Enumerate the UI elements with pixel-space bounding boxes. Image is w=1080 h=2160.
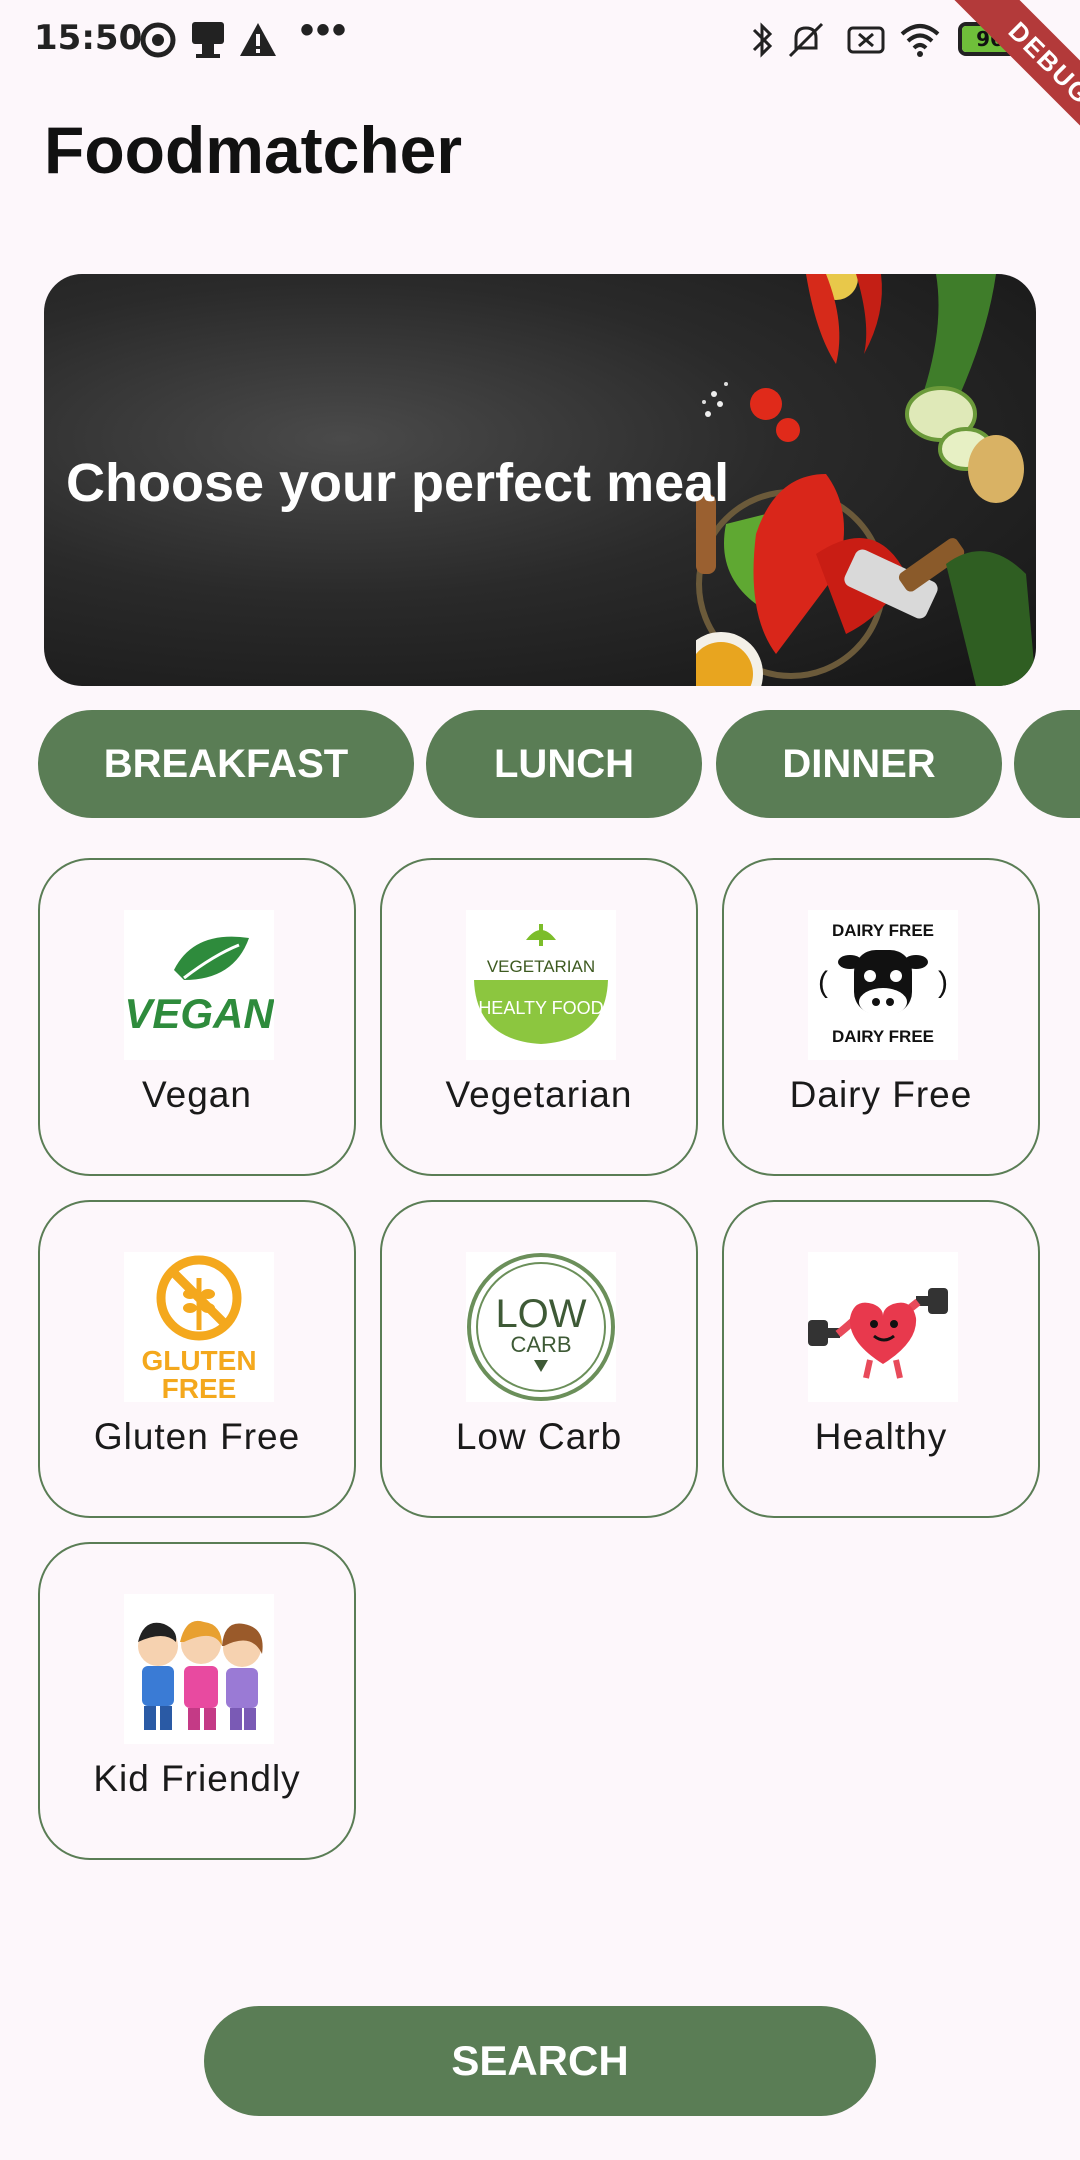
tab-dinner[interactable]: DINNER <box>716 710 1002 818</box>
desktop-notification-icon <box>192 22 224 58</box>
vegetarian-icon-top-text: VEGETARIAN <box>487 957 595 976</box>
hero-headline: Choose your perfect meal <box>66 453 730 513</box>
vegan-icon: VEGAN <box>124 910 274 1060</box>
more-notifications-icon: ••• <box>300 8 349 52</box>
tab-more[interactable] <box>1014 710 1080 818</box>
diet-card-gluten-free[interactable]: GLUTEN FREE Gluten Free <box>38 1200 356 1518</box>
status-bar: 15:50 ••• 96 DEBUG <box>0 0 1080 179</box>
warning-icon <box>240 23 276 56</box>
vegetarian-icon-bottom-text: HEALTY FOOD <box>478 998 603 1018</box>
low-carb-icon-low-text: LOW <box>495 1292 586 1336</box>
diet-card-vegan[interactable]: VEGAN Vegan <box>38 858 356 1176</box>
gluten-free-icon: GLUTEN FREE <box>124 1252 274 1402</box>
vegan-icon-text: VEGAN <box>124 990 274 1037</box>
page-title: Foodmatcher <box>44 113 463 187</box>
search-button[interactable]: SEARCH <box>204 2006 876 2116</box>
diet-label-gluten-free: Gluten Free <box>93 1416 301 1457</box>
debug-banner: DEBUG <box>934 0 1080 179</box>
diet-card-dairy-free[interactable]: DAIRY FREE ( ) DAIRY FREE Dairy Free <box>722 858 1040 1176</box>
kid-friendly-icon <box>124 1594 274 1744</box>
diet-card-healthy[interactable]: Healthy <box>722 1200 1040 1518</box>
gluten-icon-text-1: GLUTEN <box>141 1345 256 1376</box>
svg-text:(: ( <box>818 966 828 999</box>
diet-label-vegan: Vegan <box>142 1074 252 1115</box>
wifi-icon <box>900 24 940 57</box>
bluetooth-icon <box>752 22 773 58</box>
vegetarian-icon: VEGETARIAN HEALTY FOOD <box>466 910 616 1060</box>
dairy-icon-bottom-text: DAIRY FREE <box>832 1027 934 1046</box>
svg-text:): ) <box>938 966 948 999</box>
hero-banner: Choose your perfect meal <box>44 274 1036 686</box>
status-time: 15:50 <box>34 18 143 58</box>
low-carb-icon-carb-text: CARB <box>510 1332 571 1357</box>
vegetables-image <box>696 274 1036 686</box>
diet-label-low-carb: Low Carb <box>455 1416 623 1457</box>
no-sim-icon <box>847 26 885 54</box>
dairy-free-icon: DAIRY FREE ( ) DAIRY FREE <box>808 910 958 1060</box>
low-carb-icon: LOW CARB <box>466 1252 616 1402</box>
meal-type-tabs: BREAKFAST LUNCH DINNER <box>38 710 1080 820</box>
tab-breakfast[interactable]: BREAKFAST <box>38 710 414 818</box>
gluten-icon-text-2: FREE <box>162 1373 237 1402</box>
diet-label-kid-friendly: Kid Friendly <box>93 1758 301 1799</box>
diet-label-vegetarian: Vegetarian <box>445 1074 633 1115</box>
at-sign-notification-icon <box>140 22 176 58</box>
diet-label-dairy-free: Dairy Free <box>789 1074 973 1115</box>
silent-mode-icon <box>788 22 824 58</box>
dairy-icon-top-text: DAIRY FREE <box>832 921 934 940</box>
tab-lunch[interactable]: LUNCH <box>426 710 702 818</box>
diet-card-kid-friendly[interactable]: Kid Friendly <box>38 1542 356 1860</box>
diet-card-vegetarian[interactable]: VEGETARIAN HEALTY FOOD Vegetarian <box>380 858 698 1176</box>
diet-label-healthy: Healthy <box>814 1416 948 1457</box>
healthy-icon <box>808 1252 958 1402</box>
diet-card-low-carb[interactable]: LOW CARB Low Carb <box>380 1200 698 1518</box>
